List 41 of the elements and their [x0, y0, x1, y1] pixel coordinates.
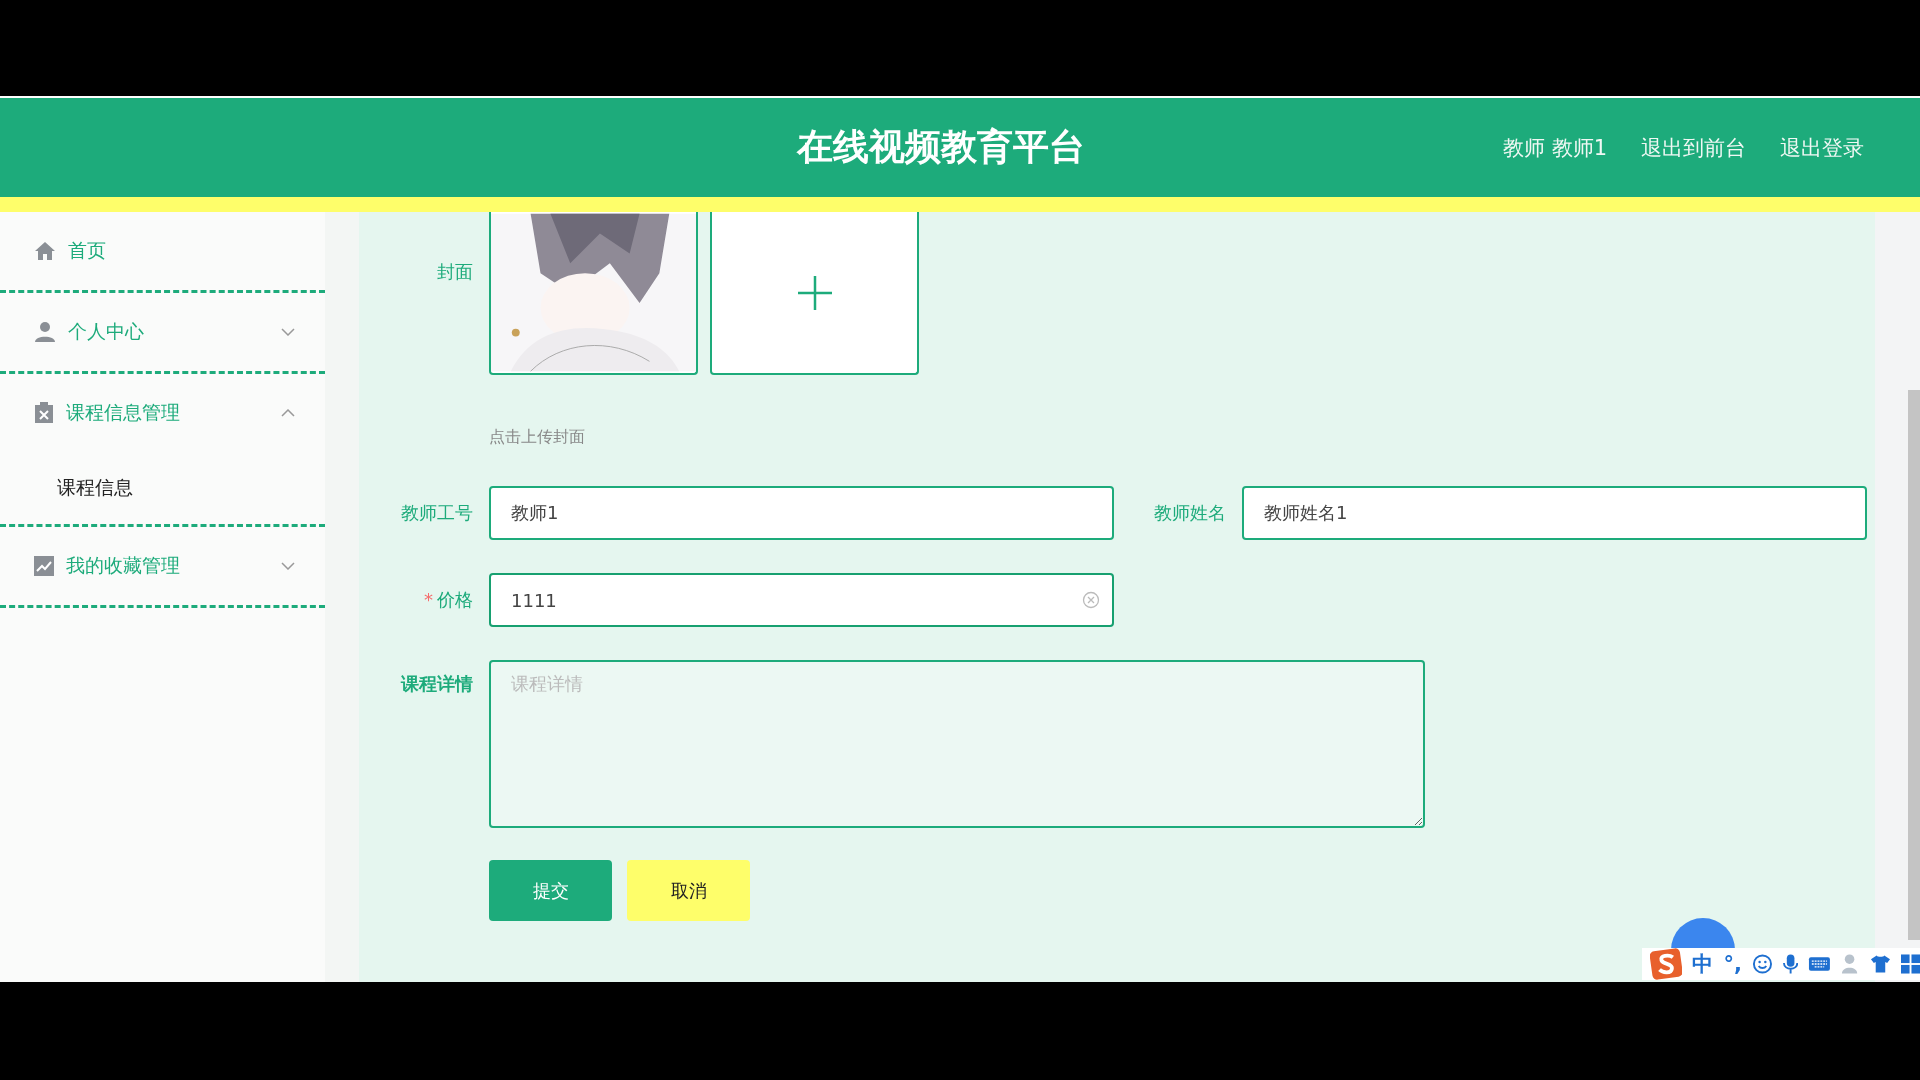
keyboard-icon[interactable]: [1808, 955, 1831, 973]
submit-button[interactable]: 提交: [489, 860, 612, 921]
upload-button[interactable]: [710, 212, 919, 375]
field-label: 教师姓名: [1153, 501, 1226, 525]
chevron-down-icon: [281, 562, 295, 570]
menu-item[interactable]: 课程信息管理: [0, 374, 325, 452]
input-field[interactable]: 教师1: [489, 486, 1114, 540]
upload-hint: 点击上传封面: [489, 427, 586, 448]
menu-item[interactable]: 首页: [0, 212, 325, 290]
field-label: 课程详情: [399, 672, 473, 696]
header-link[interactable]: 退出登录: [1780, 133, 1864, 162]
input-field[interactable]: 1111: [489, 573, 1114, 627]
grid-icon[interactable]: [1900, 954, 1920, 974]
microphone-icon[interactable]: [1782, 953, 1799, 975]
person-icon: [34, 321, 56, 343]
chevron-down-icon: [281, 328, 295, 336]
sogou-logo-icon[interactable]: [1650, 948, 1683, 980]
plus-icon: [797, 275, 832, 310]
menu-item[interactable]: 个人中心: [0, 293, 325, 371]
required-mark: *: [424, 589, 433, 610]
submenu-item[interactable]: 课程信息: [0, 452, 325, 524]
shirt-icon[interactable]: [1869, 954, 1891, 974]
clipboard-icon: [34, 402, 54, 424]
header-link[interactable]: 退出到前台: [1641, 133, 1746, 162]
smiley-icon[interactable]: [1751, 953, 1773, 975]
ime-mode[interactable]: 中: [1692, 950, 1714, 978]
home-icon: [34, 241, 56, 261]
input-field[interactable]: 教师姓名1: [1242, 486, 1867, 540]
details-field[interactable]: 课程详情: [489, 660, 1425, 828]
cancel-button[interactable]: 取消: [627, 860, 750, 921]
field-label: 教师工号: [400, 501, 473, 525]
site-title: 在线视频教育平台: [795, 125, 1087, 169]
ime-mode[interactable]: °,: [1723, 952, 1742, 976]
user-name: 教师 教师1: [1502, 134, 1607, 162]
chevron-up-icon: [281, 409, 295, 417]
chart-icon: [34, 556, 54, 576]
menu-item[interactable]: 我的收藏管理: [0, 527, 325, 605]
field-label: 价格: [437, 589, 473, 610]
clear-icon[interactable]: [1082, 591, 1100, 609]
scrollbar-thumb[interactable]: [1908, 390, 1920, 940]
field-label: 封面: [436, 260, 473, 284]
